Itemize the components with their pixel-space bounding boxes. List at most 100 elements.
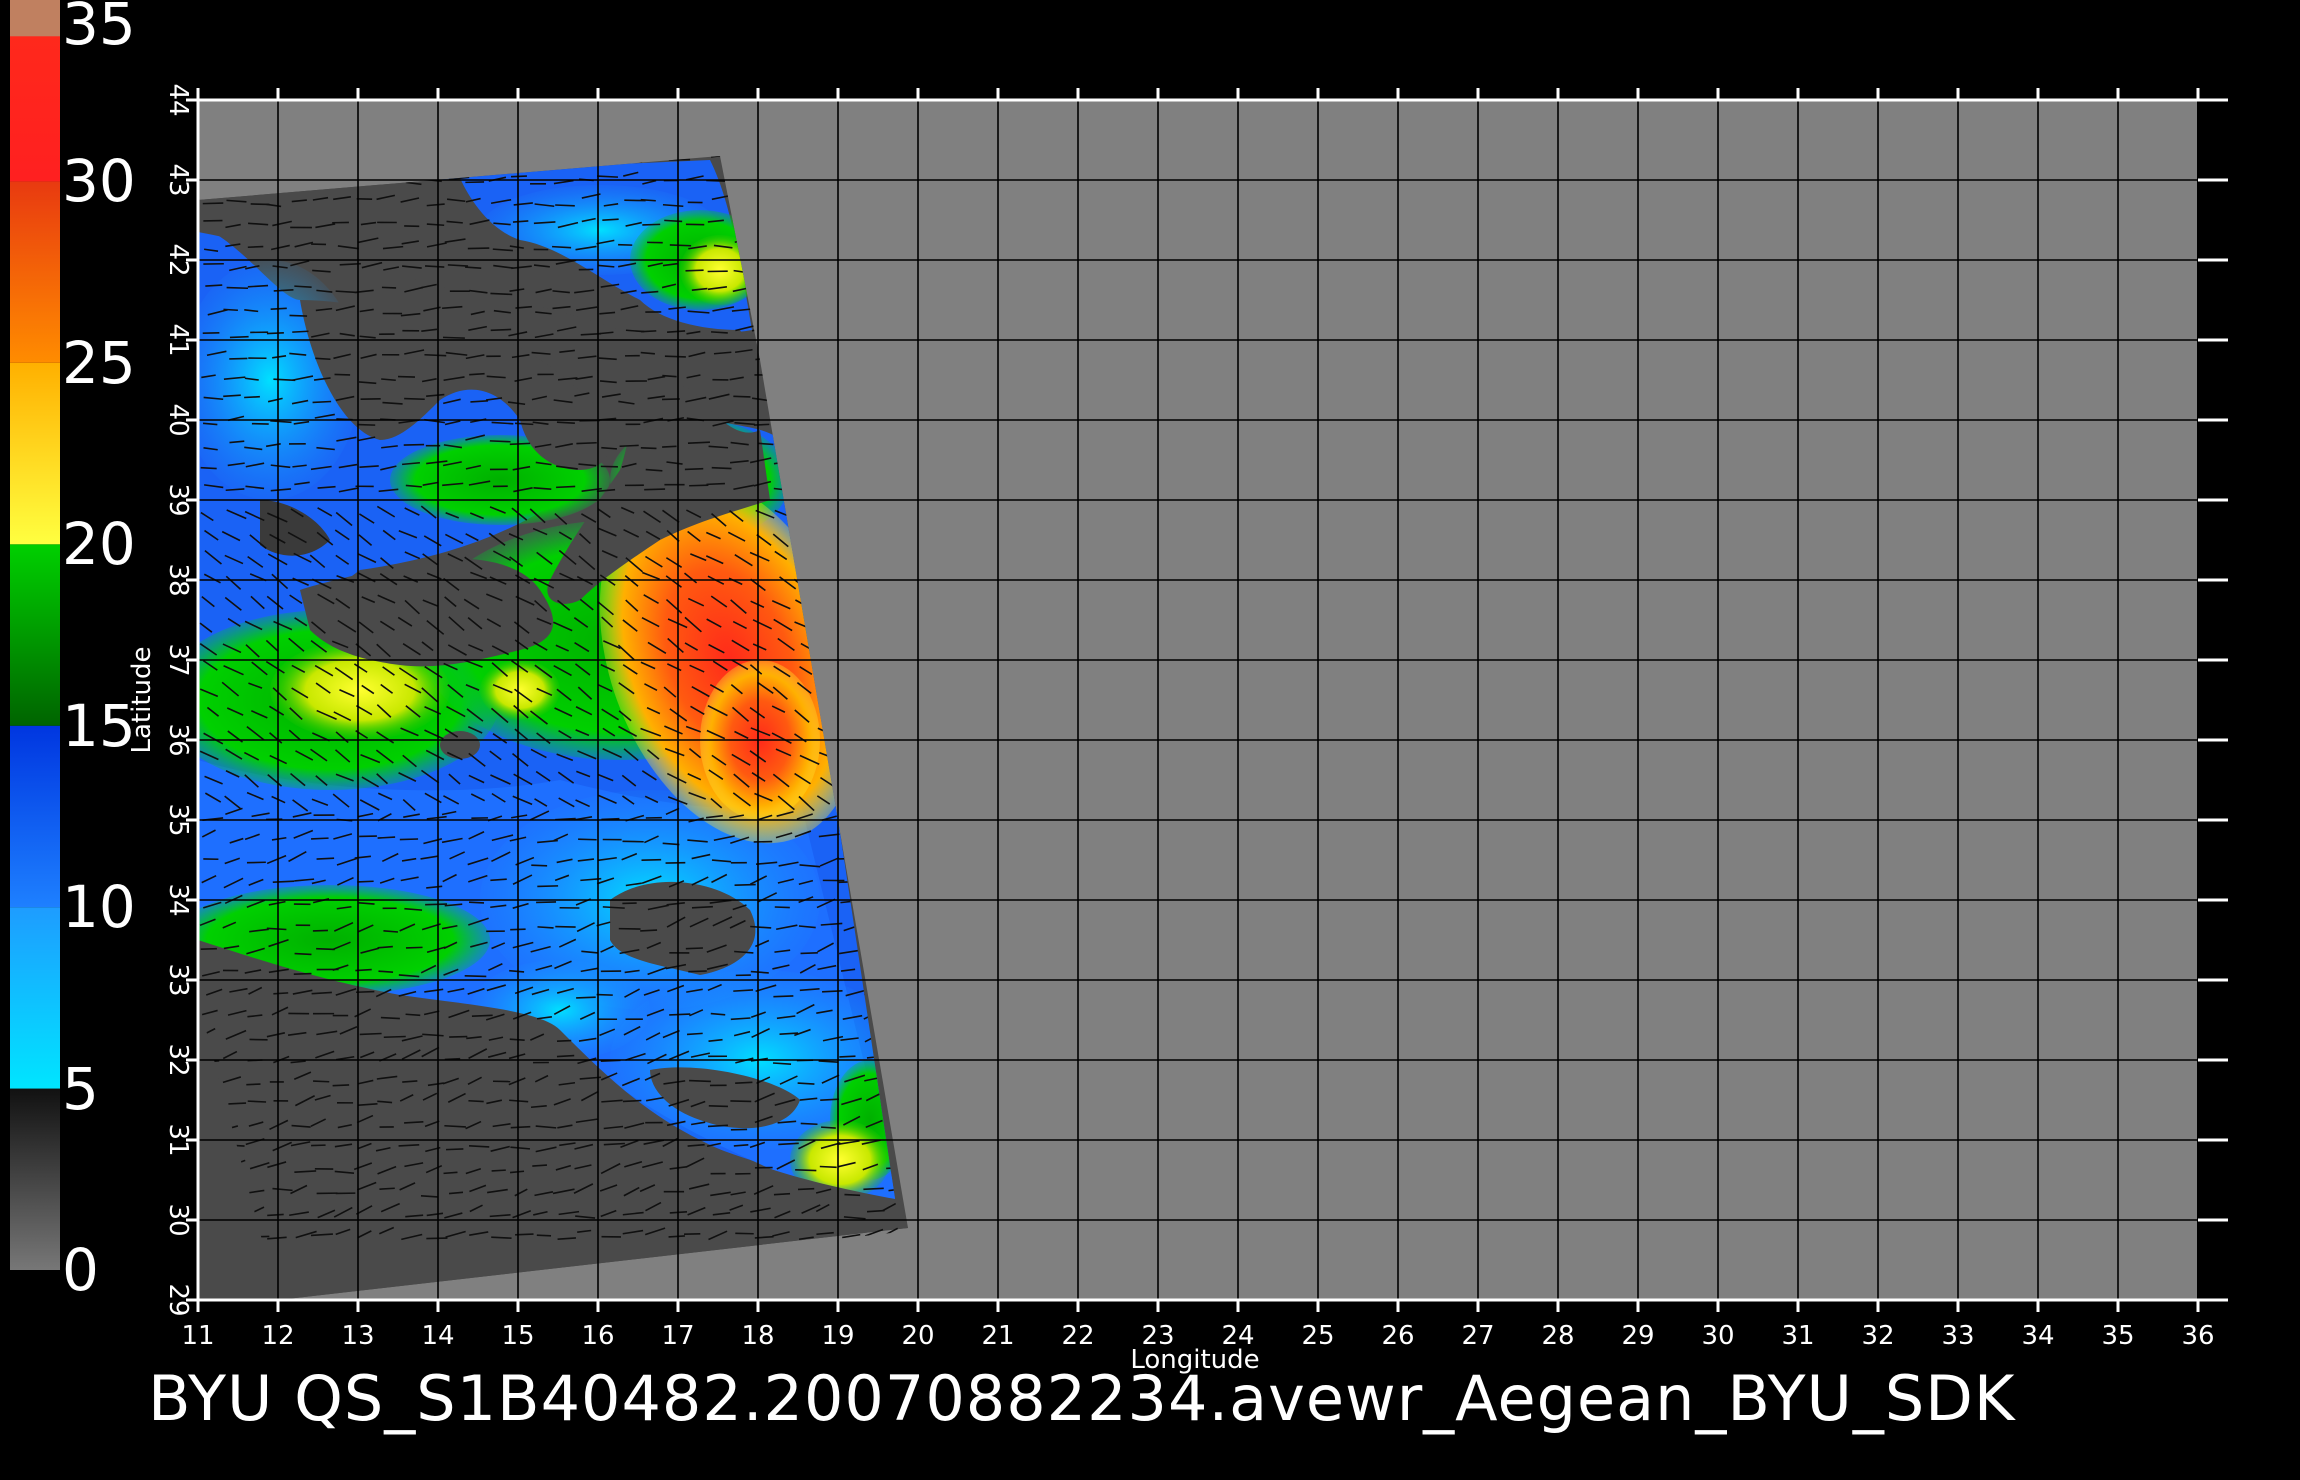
wind-vector <box>489 440 511 443</box>
wind-vector <box>246 1083 261 1086</box>
x-tick-label: 15 <box>501 1321 534 1351</box>
y-tick-label: 33 <box>163 963 193 996</box>
y-tick-label: 41 <box>163 323 193 356</box>
x-tick-label: 19 <box>821 1321 854 1351</box>
wind-vector <box>800 952 818 955</box>
wind-vector <box>405 1013 421 1017</box>
wind-vector <box>402 1080 418 1083</box>
wind-vector <box>293 972 312 976</box>
colorbar-segment <box>10 907 60 1089</box>
x-tick-label: 33 <box>1941 1321 1974 1351</box>
wind-vector <box>555 204 575 207</box>
wind-vector <box>642 223 661 226</box>
wind-vector <box>578 838 597 841</box>
x-tick-label: 34 <box>2021 1321 2054 1351</box>
wind-vector <box>664 355 686 358</box>
x-tick-label: 13 <box>341 1321 374 1351</box>
wind-vector <box>377 836 396 839</box>
x-tick-label: 22 <box>1061 1321 1094 1351</box>
colorbar-tick-label: 35 <box>62 0 136 58</box>
x-tick-label: 21 <box>981 1321 1014 1351</box>
y-tick-label: 37 <box>163 643 193 676</box>
x-tick-label: 29 <box>1621 1321 1654 1351</box>
wind-vector <box>551 245 572 249</box>
wind-vector <box>469 1145 490 1148</box>
colorbar-segment <box>10 1088 60 1270</box>
wind-vector <box>383 1035 406 1039</box>
y-tick-label: 36 <box>163 723 193 756</box>
wind-vector <box>773 995 794 998</box>
wind-vector <box>640 446 657 450</box>
wind-vector <box>863 1187 884 1191</box>
wind-vector <box>404 1120 424 1124</box>
wind-vector <box>820 1098 840 1101</box>
y-tick-label: 31 <box>163 1123 193 1156</box>
wind-vector <box>273 992 289 995</box>
wind-vector <box>312 400 332 404</box>
x-tick-label: 12 <box>261 1321 294 1351</box>
y-tick-label: 44 <box>163 83 193 116</box>
wind-vector <box>772 1062 792 1065</box>
x-tick-label: 31 <box>1781 1321 1814 1351</box>
wind-vector <box>735 1081 753 1085</box>
wind-vector <box>470 400 489 403</box>
wind-vector <box>602 218 619 221</box>
wind-vector <box>733 395 751 398</box>
wind-vector <box>822 989 843 993</box>
y-tick-label: 35 <box>163 803 193 836</box>
wind-vector <box>471 1014 493 1018</box>
wind-vector <box>397 375 416 378</box>
x-tick-label: 32 <box>1861 1321 1894 1351</box>
wind-vector <box>359 1032 382 1036</box>
wind-vector <box>511 175 527 178</box>
x-tick-label: 18 <box>741 1321 774 1351</box>
wind-vector <box>512 220 529 223</box>
wind-vector <box>556 1054 575 1058</box>
wind-vector <box>223 308 238 312</box>
wind-vector <box>200 947 217 951</box>
y-tick-label: 43 <box>163 163 193 196</box>
colorbar-segment <box>10 362 60 545</box>
wind-vector <box>597 175 619 178</box>
wind-vector <box>424 265 445 268</box>
wind-vector <box>669 244 692 247</box>
wind-vector <box>644 488 666 491</box>
wind-vector <box>379 1187 395 1190</box>
wind-vector <box>229 357 248 360</box>
wind-vector <box>247 1100 267 1103</box>
wind-vector <box>537 885 559 888</box>
colorbar-segment <box>10 725 60 908</box>
colorbar-tick-label: 25 <box>62 328 136 397</box>
wind-vector <box>669 1013 691 1016</box>
wind-vector <box>332 1084 350 1087</box>
wind-vector <box>380 1016 400 1020</box>
wind-vector <box>555 925 576 928</box>
wind-vector <box>403 443 425 446</box>
wind-vector <box>357 880 374 883</box>
wind-vector <box>424 353 447 357</box>
x-tick-label: 14 <box>421 1321 454 1351</box>
wind-vector <box>689 1079 711 1083</box>
colorbar <box>10 0 60 1270</box>
wind-vector <box>640 929 658 932</box>
wind-vector <box>202 202 224 205</box>
wind-vector <box>531 864 548 867</box>
wind-vector <box>357 423 376 426</box>
wind-vector <box>465 266 482 269</box>
image-caption: BYU QS_S1B40482.20070882234.avewr_Aegean… <box>148 1362 2016 1435</box>
x-tick-label: 28 <box>1541 1321 1574 1351</box>
wind-vector <box>839 1055 856 1058</box>
wind-vector <box>641 858 662 862</box>
wind-vector <box>797 1187 815 1191</box>
wind-vector <box>509 442 531 446</box>
wind-vector <box>685 947 703 950</box>
wind-vector <box>641 330 657 333</box>
wind-vector <box>315 357 331 361</box>
wind-vector <box>381 286 397 289</box>
colorbar-tick-label: 30 <box>62 147 136 216</box>
wind-vector <box>205 284 223 287</box>
wind-vector <box>469 901 485 904</box>
y-tick-label: 39 <box>163 483 193 516</box>
y-tick-label: 29 <box>163 1283 193 1316</box>
wind-vector <box>491 1169 506 1172</box>
